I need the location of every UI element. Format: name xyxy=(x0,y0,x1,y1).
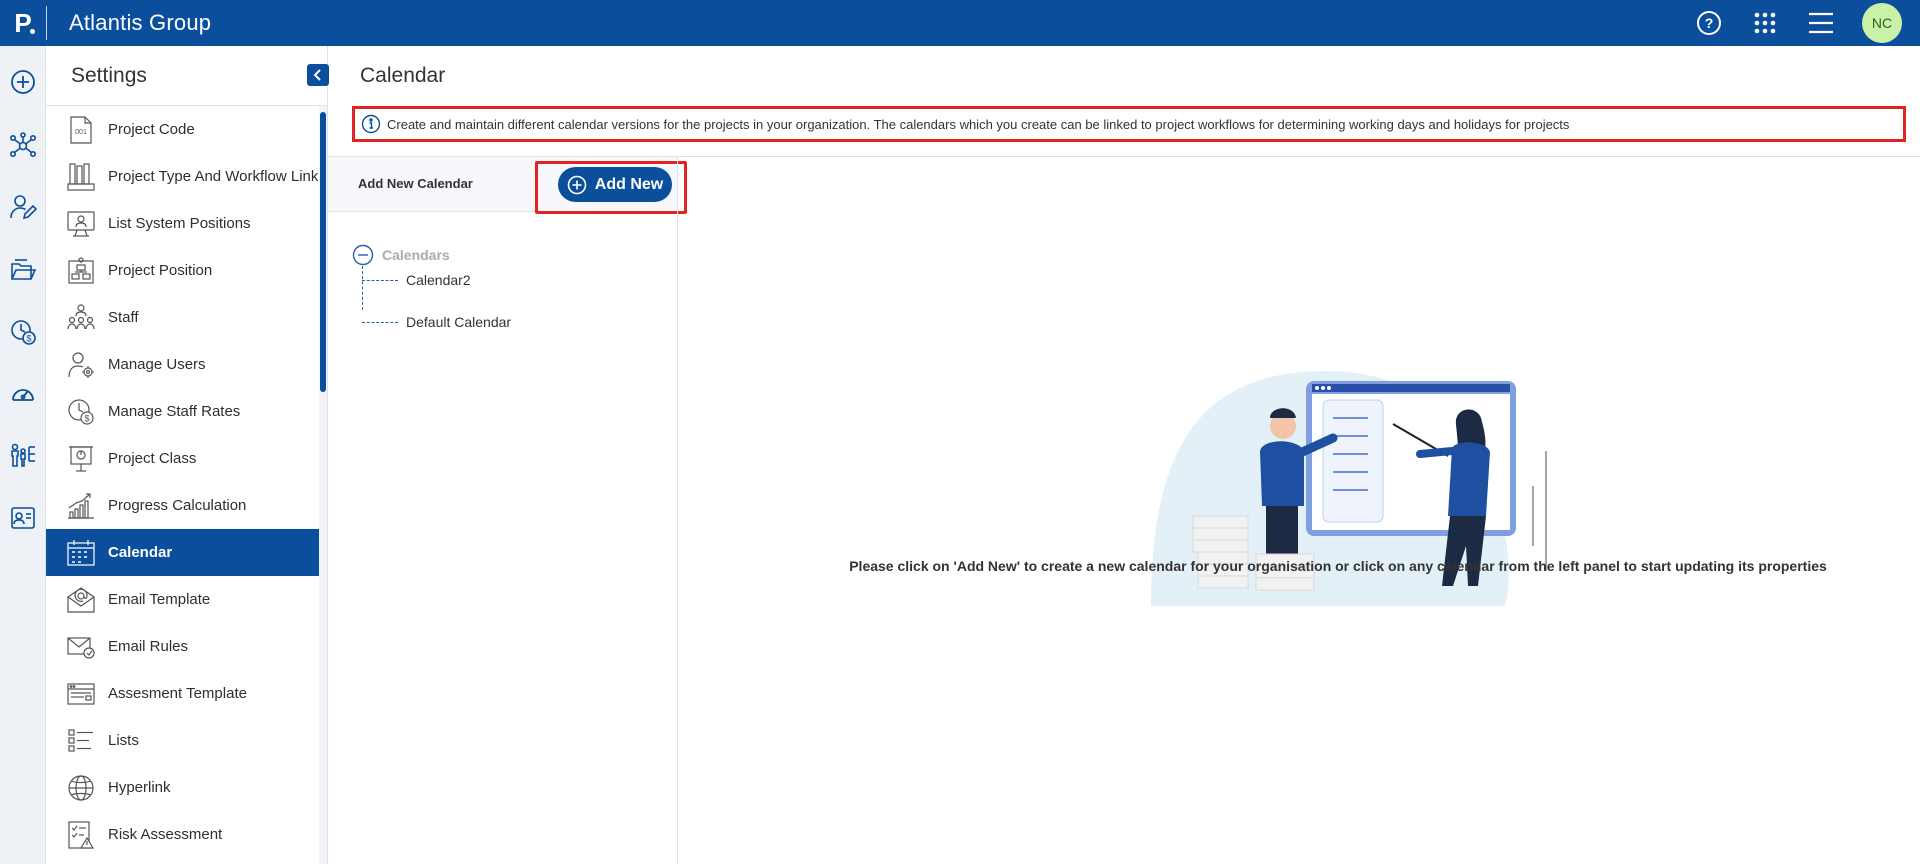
calendar-tree: Calendars Calendar2 Default Calendar xyxy=(352,244,511,330)
menu-item-manage-users[interactable]: Manage Users xyxy=(46,341,320,388)
menu-item-assesment-template[interactable]: Assesment Template xyxy=(46,670,320,717)
info-banner: Create and maintain different calendar v… xyxy=(352,106,1906,142)
progress-calculation-icon xyxy=(66,491,96,521)
menu-item-risk-assessment[interactable]: Risk Assessment xyxy=(46,811,320,858)
staff-rates-icon: $ xyxy=(66,397,96,427)
sidebar-scrollbar[interactable] xyxy=(319,106,327,864)
folders-icon[interactable] xyxy=(9,256,37,284)
app-title: Atlantis Group xyxy=(69,10,212,35)
settings-header: Settings xyxy=(46,46,329,106)
apps-grid-icon[interactable] xyxy=(1750,8,1780,38)
contact-card-icon[interactable] xyxy=(9,504,37,532)
menu-item-email-template[interactable]: Email Template xyxy=(46,576,320,623)
risk-assessment-icon xyxy=(66,820,96,850)
add-new-button[interactable]: Add New xyxy=(558,167,672,202)
svg-text:$: $ xyxy=(84,413,89,423)
org-chart-icon[interactable] xyxy=(9,442,37,470)
topbar-actions: ? NC xyxy=(1694,0,1902,46)
hyperlink-globe-icon xyxy=(66,773,96,803)
left-rail: $ xyxy=(0,46,46,864)
menu-item-staff[interactable]: Staff xyxy=(46,294,320,341)
tree-root-label: Calendars xyxy=(382,247,450,263)
logo-divider xyxy=(46,6,47,40)
svg-text:001: 001 xyxy=(75,129,87,136)
menu-item-manage-staff-rates[interactable]: $ Manage Staff Rates xyxy=(46,388,320,435)
project-position-icon xyxy=(66,256,96,286)
hamburger-menu-icon[interactable] xyxy=(1806,8,1836,38)
calendar-icon xyxy=(66,538,96,568)
menu-item-project-position[interactable]: Project Position xyxy=(46,247,320,294)
page-title: Calendar xyxy=(360,64,446,87)
manage-users-icon xyxy=(66,350,96,380)
info-text: Create and maintain different calendar v… xyxy=(387,116,1570,132)
empty-state-illustration xyxy=(1151,371,1547,606)
assessment-template-icon xyxy=(66,679,96,709)
empty-state-hint: Please click on 'Add New' to create a ne… xyxy=(849,558,1827,574)
menu-item-project-class[interactable]: Project Class xyxy=(46,435,320,482)
menu-item-lists[interactable]: Lists xyxy=(46,717,320,764)
info-icon xyxy=(361,114,381,134)
settings-title: Settings xyxy=(71,63,147,87)
chevron-left-icon xyxy=(313,69,321,81)
menu-item-progress-calculation[interactable]: Progress Calculation xyxy=(46,482,320,529)
workflow-link-icon xyxy=(66,162,96,192)
user-edit-icon[interactable] xyxy=(9,193,37,221)
logo-letter: P xyxy=(14,7,32,38)
app-logo[interactable]: P xyxy=(0,0,46,46)
tree-node-default-calendar[interactable]: Default Calendar xyxy=(362,314,511,330)
svg-text:?: ? xyxy=(1705,15,1714,31)
menu-item-email-rules[interactable]: Email Rules xyxy=(46,623,320,670)
plus-circle-icon xyxy=(567,175,587,194)
menu-item-project-code[interactable]: 001 Project Code xyxy=(46,106,320,153)
help-icon[interactable]: ? xyxy=(1694,8,1724,38)
email-template-icon xyxy=(66,585,96,615)
collapse-sidebar-button[interactable] xyxy=(307,64,329,86)
settings-menu: 001 Project Code Project Type And Workfl… xyxy=(46,106,327,864)
dashboard-gauge-icon[interactable] xyxy=(9,380,37,408)
tree-node-calendar2[interactable]: Calendar2 xyxy=(362,272,471,288)
staff-icon xyxy=(66,303,96,333)
project-code-icon: 001 xyxy=(66,115,96,145)
svg-text:$: $ xyxy=(26,334,31,344)
menu-item-hyperlink[interactable]: Hyperlink xyxy=(46,764,320,811)
panel-divider xyxy=(677,157,678,864)
sidebar-scroll-thumb[interactable] xyxy=(320,112,326,392)
add-calendar-label: Add New Calendar xyxy=(358,176,473,191)
network-icon[interactable] xyxy=(9,132,37,160)
timesheet-dollar-icon[interactable]: $ xyxy=(9,318,37,346)
system-positions-icon xyxy=(66,209,96,239)
add-new-label: Add New xyxy=(594,175,664,193)
top-bar: P Atlantis Group ? NC xyxy=(0,0,1920,46)
settings-sidebar: Settings 001 Project Code Project Type A… xyxy=(46,46,329,864)
add-calendar-row: Add New Calendar Add New xyxy=(328,157,687,214)
tree-root-calendars[interactable]: Calendars xyxy=(352,244,450,266)
add-circle-icon[interactable] xyxy=(9,68,37,96)
project-class-icon xyxy=(66,444,96,474)
collapse-minus-icon[interactable] xyxy=(352,244,374,266)
main-content: Calendar Create and maintain different c… xyxy=(328,46,1920,864)
menu-item-calendar[interactable]: Calendar xyxy=(46,529,320,576)
menu-item-list-system-positions[interactable]: List System Positions xyxy=(46,200,320,247)
menu-item-project-type-workflow-link[interactable]: Project Type And Workflow Link xyxy=(46,153,320,200)
email-rules-icon xyxy=(66,632,96,662)
user-avatar[interactable]: NC xyxy=(1862,3,1902,43)
lists-icon xyxy=(66,726,96,756)
